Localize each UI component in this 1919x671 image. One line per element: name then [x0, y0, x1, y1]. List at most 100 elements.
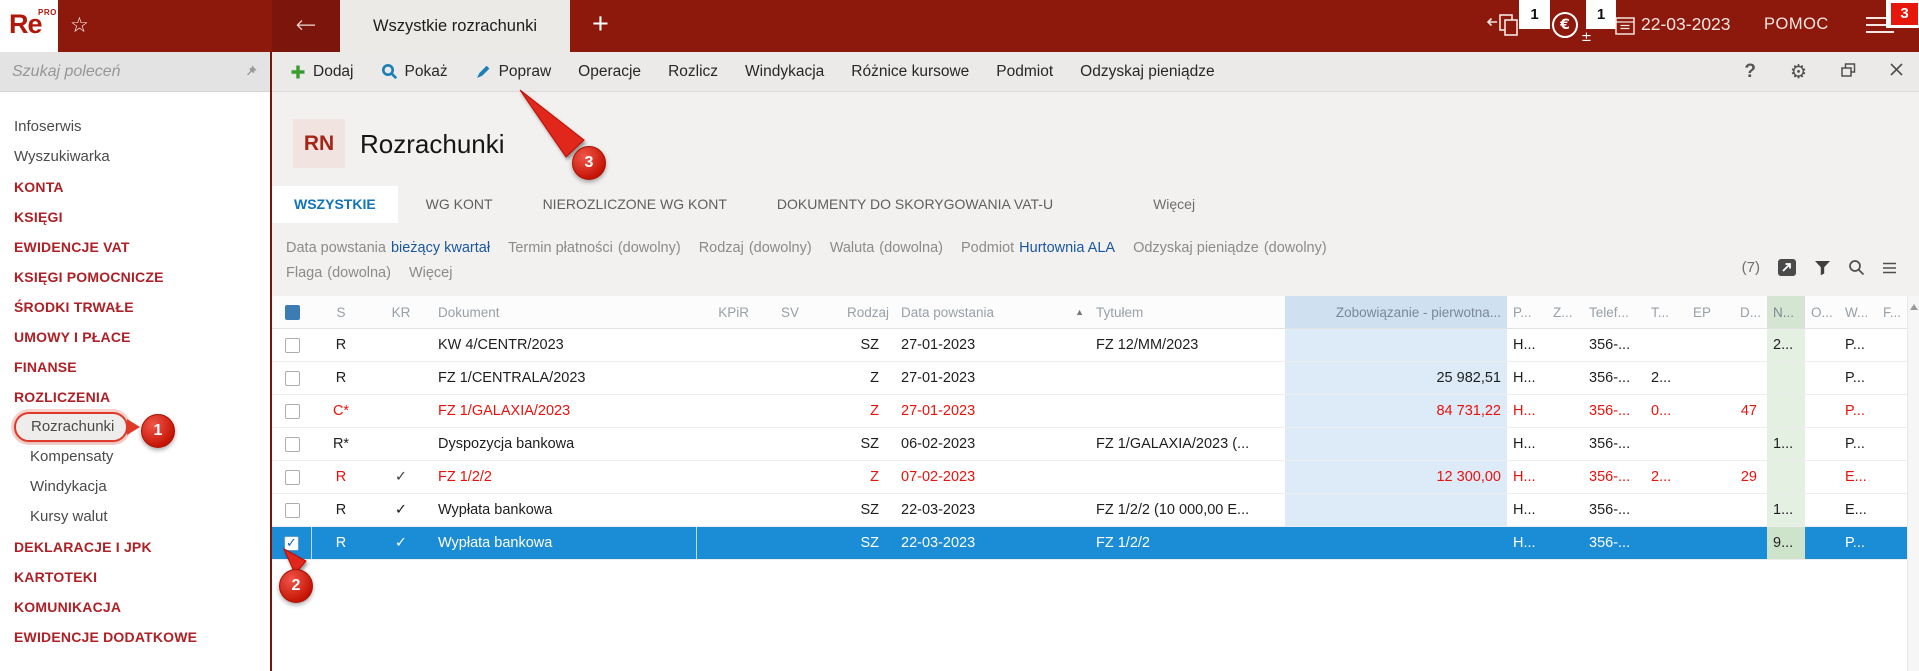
- filter-waluta[interactable]: Waluta (dowolna): [830, 240, 943, 262]
- sidebar-item-srodki-trwale[interactable]: ŚRODKI TRWAŁE: [0, 292, 270, 322]
- table-row-5[interactable]: R ✓ FZ 1/2/2 Z 07-02-2023 12 300,00 H... 356-..…: [272, 461, 1919, 494]
- filter-termin-platnosci[interactable]: Termin płatności (dowolny): [508, 240, 681, 262]
- column-header-s[interactable]: S: [312, 296, 370, 328]
- row-checkbox[interactable]: [284, 502, 300, 518]
- table-row-7[interactable]: ✓ R ✓ Wypłata bankowa SZ 22-03-2023 FZ 1/2/2 H.…: [272, 527, 1919, 560]
- column-header-kr[interactable]: KR: [370, 296, 432, 328]
- export-icon[interactable]: [1777, 258, 1797, 277]
- row-checkbox[interactable]: [284, 469, 300, 485]
- list-menu-icon[interactable]: [1882, 262, 1897, 274]
- tab-dokumenty-do-skorygowania-vat-u[interactable]: DOKUMENTY DO SKORYGOWANIA VAT-U: [755, 186, 1075, 223]
- vertical-scrollbar[interactable]: [1907, 296, 1919, 671]
- current-date[interactable]: 22-03-2023: [1641, 14, 1731, 35]
- column-header-o[interactable]: O...: [1805, 296, 1839, 328]
- calendar-icon[interactable]: [1615, 16, 1635, 40]
- sidebar-item-kursy-walut[interactable]: Kursy walut: [0, 502, 270, 532]
- gear-icon[interactable]: ⚙: [1790, 61, 1807, 83]
- sidebar-item-ewidencje-vat[interactable]: EWIDENCJE VAT: [0, 232, 270, 262]
- sidebar-item-ewidencje-dodatkowe[interactable]: EWIDENCJE DODATKOWE: [0, 622, 270, 652]
- table-row-4[interactable]: R* Dyspozycja bankowa SZ 06-02-2023 FZ 1/GAL…: [272, 428, 1919, 461]
- open-module-tab[interactable]: Wszystkie rozrachunki: [340, 0, 570, 52]
- column-header-n[interactable]: N...: [1767, 296, 1805, 328]
- sidebar-item-ksiegi[interactable]: KSIĘGI: [0, 202, 270, 232]
- sidebar-item-rozliczenia[interactable]: ROZLICZENIA: [0, 382, 270, 412]
- favorites-star-icon[interactable]: ☆: [70, 13, 89, 37]
- row-checkbox[interactable]: ✓: [284, 535, 299, 551]
- tab-wiecej[interactable]: Więcej: [1131, 186, 1217, 223]
- column-label: O...: [1811, 304, 1833, 320]
- column-header-t[interactable]: T...: [1645, 296, 1687, 328]
- column-header-w[interactable]: W...: [1839, 296, 1877, 328]
- operacje-button[interactable]: Operacje: [578, 63, 641, 81]
- sidebar-item-kompensaty[interactable]: Kompensaty: [0, 442, 270, 472]
- column-header-ep[interactable]: EP: [1687, 296, 1725, 328]
- row-checkbox[interactable]: [284, 370, 300, 386]
- sidebar-item-rozrachunki[interactable]: Rozrachunki: [14, 412, 141, 442]
- sidebar-item-ksiegi-pomocnicze[interactable]: KSIĘGI POMOCNICZE: [0, 262, 270, 292]
- sidebar-item-konta[interactable]: KONTA: [0, 172, 270, 202]
- sidebar-item-kartoteki[interactable]: KARTOTEKI: [0, 562, 270, 592]
- column-header-f[interactable]: F...: [1877, 296, 1907, 328]
- column-header-z[interactable]: Z...: [1547, 296, 1583, 328]
- table-row-3[interactable]: C* FZ 1/GALAXIA/2023 Z 27-01-2023 84 731,22 H…: [272, 395, 1919, 428]
- sidebar-item-infoserwis[interactable]: Infoserwis: [0, 112, 270, 142]
- search-input[interactable]: [12, 58, 212, 86]
- rozlicz-button[interactable]: Rozlicz: [668, 63, 718, 81]
- restore-window-icon[interactable]: [1841, 62, 1856, 82]
- column-header-telef[interactable]: Telef...: [1583, 296, 1645, 328]
- column-header-d[interactable]: D...: [1725, 296, 1767, 328]
- select-all-checkbox[interactable]: [284, 304, 300, 320]
- close-icon[interactable]: [1890, 63, 1903, 81]
- row-checkbox[interactable]: [284, 337, 300, 353]
- table-row-1[interactable]: R KW 4/CENTR/2023 SZ 27-01-2023 FZ 12/MM/202…: [272, 329, 1919, 362]
- back-button[interactable]: ←: [272, 0, 340, 52]
- sidebar-item-finanse[interactable]: FINANSE: [0, 352, 270, 382]
- scroll-up-arrow[interactable]: [1910, 304, 1918, 310]
- column-header-p[interactable]: P...: [1507, 296, 1547, 328]
- row-checkbox[interactable]: [284, 436, 300, 452]
- tab-wszystkie[interactable]: WSZYSTKIE: [272, 186, 398, 223]
- help-icon[interactable]: ?: [1744, 61, 1756, 83]
- filter-odzyskaj-pieniadze[interactable]: Odzyskaj pieniądze (dowolny): [1133, 240, 1327, 262]
- roznice-kursowe-button[interactable]: Różnice kursowe: [851, 63, 969, 81]
- new-tab-button[interactable]: +: [592, 8, 609, 41]
- currency-icon[interactable]: €: [1552, 12, 1578, 38]
- table-row-6[interactable]: R ✓ Wypłata bankowa SZ 22-03-2023 FZ 1/2/2 (1…: [272, 494, 1919, 527]
- column-header-kpir[interactable]: KPiR: [697, 296, 755, 328]
- table-row-2[interactable]: R FZ 1/CENTRALA/2023 Z 27-01-2023 25 982,51 H…: [272, 362, 1919, 395]
- filter-flaga[interactable]: Flaga (dowolna): [286, 265, 391, 287]
- filter-rodzaj[interactable]: Rodzaj (dowolny): [699, 240, 812, 262]
- filter-wiecej[interactable]: Więcej: [409, 265, 453, 287]
- podmiot-button[interactable]: Podmiot: [996, 63, 1053, 81]
- sidebar-item-wyszukiwarka[interactable]: Wyszukiwarka: [0, 142, 270, 172]
- filter-data-powstania[interactable]: Data powstania bieżący kwartał: [286, 240, 490, 262]
- tab-nierozliczone-wg-kont[interactable]: NIEROZLICZONE WG KONT: [521, 186, 749, 223]
- sidebar-item-umowy-i-place[interactable]: UMOWY I PŁACE: [0, 322, 270, 352]
- row-checkbox[interactable]: [284, 403, 300, 419]
- search-list-icon[interactable]: [1848, 259, 1865, 276]
- filter-funnel-icon[interactable]: [1814, 260, 1831, 276]
- app-logo[interactable]: Re PRO: [0, 0, 58, 52]
- odzyskaj-pieniadze-button[interactable]: Odzyskaj pieniądze: [1080, 63, 1214, 81]
- windykacja-button[interactable]: Windykacja: [745, 63, 824, 81]
- column-header-dokument[interactable]: Dokument: [432, 296, 697, 328]
- pokaz-button[interactable]: Pokaż: [381, 63, 448, 81]
- cell-check: [272, 329, 312, 361]
- sidebar-item-deklaracje-i-jpk[interactable]: DEKLARACJE I JPK: [0, 532, 270, 562]
- dodaj-button[interactable]: Dodaj: [290, 63, 354, 81]
- column-header-zobowiazanie[interactable]: Zobowiązanie - pierwotna...: [1285, 296, 1507, 328]
- documents-return-icon[interactable]: [1486, 12, 1522, 45]
- tab-wg-kont[interactable]: WG KONT: [404, 186, 515, 223]
- help-menu[interactable]: POMOC: [1764, 15, 1829, 34]
- sidebar-item-windykacja[interactable]: Windykacja: [0, 472, 270, 502]
- column-header-tytulem[interactable]: Tytułem: [1090, 296, 1285, 328]
- pin-icon[interactable]: [243, 64, 258, 84]
- filter-podmiot[interactable]: Podmiot Hurtownia ALA: [961, 240, 1115, 262]
- sidebar-item-komunikacja[interactable]: KOMUNIKACJA: [0, 592, 270, 622]
- column-header-check[interactable]: [272, 296, 312, 328]
- column-header-data[interactable]: Data powstania ▲: [895, 296, 1090, 328]
- column-header-sv[interactable]: SV: [755, 296, 805, 328]
- page-title: Rozrachunki: [360, 129, 505, 159]
- popraw-button[interactable]: Popraw: [475, 63, 551, 81]
- column-header-rodzaj[interactable]: Rodzaj: [805, 296, 895, 328]
